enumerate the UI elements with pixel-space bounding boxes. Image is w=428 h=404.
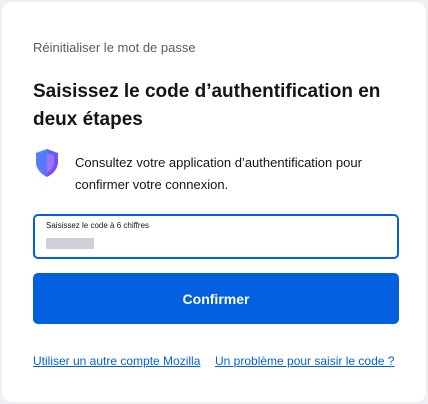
page-title: Saisissez le code d’authentification en … (33, 81, 381, 130)
problem-link[interactable]: Un problème pour saisir le code ? (215, 354, 394, 368)
code-field-label: Saisissez le code à 6 chiffres (46, 221, 150, 230)
confirm-button[interactable]: Confirmer (33, 273, 399, 324)
code-input[interactable] (46, 238, 94, 249)
other-account-link[interactable]: Utiliser un autre compte Mozilla (33, 354, 200, 368)
footer-links: Utiliser un autre compte Mozilla Un prob… (33, 354, 394, 368)
breadcrumb: Réinitialiser le mot de passe (33, 40, 196, 55)
instructions-text: Consultez votre application d’authentifi… (75, 155, 362, 192)
code-field[interactable]: Saisissez le code à 6 chiffres (33, 214, 399, 259)
auth-card: Réinitialiser le mot de passe Saisissez … (2, 2, 426, 402)
shield-icon (34, 148, 60, 178)
